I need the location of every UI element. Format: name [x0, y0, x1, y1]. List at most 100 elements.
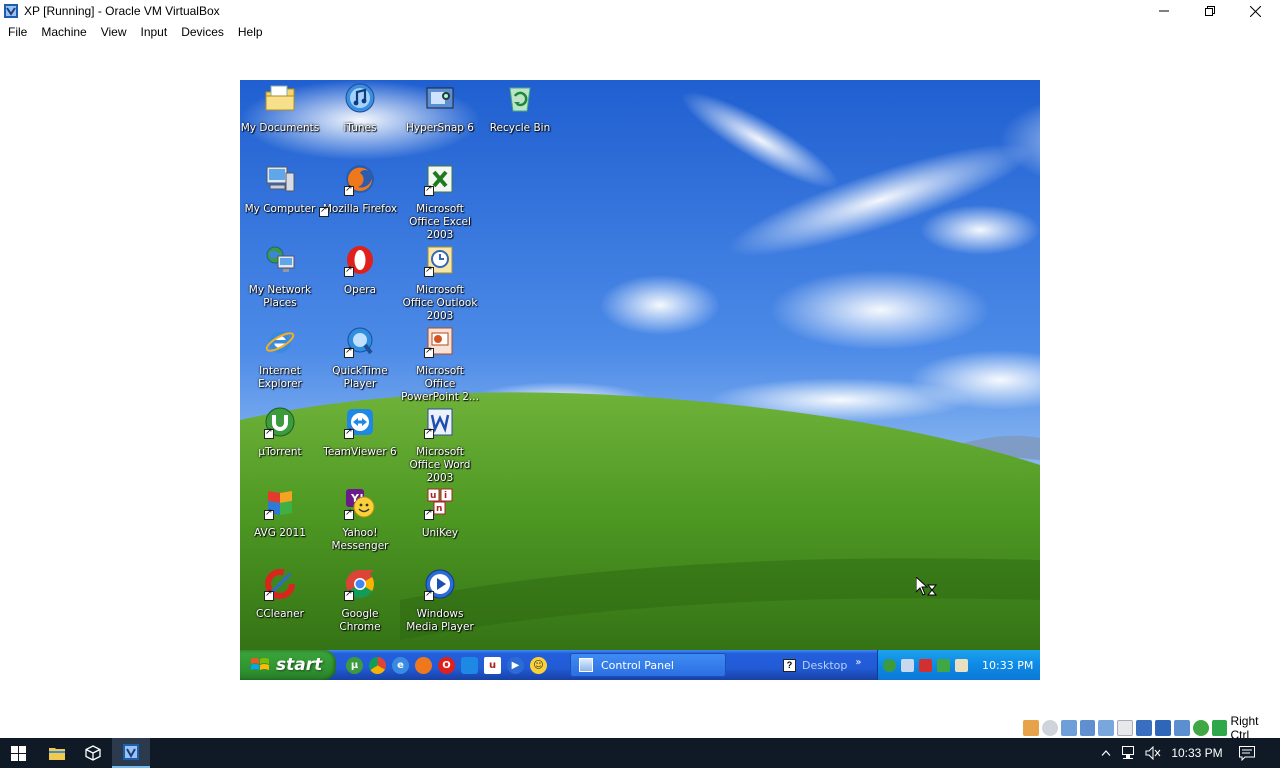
- ql-firefox-icon[interactable]: [415, 656, 432, 674]
- usb-icon[interactable]: [1098, 720, 1115, 736]
- host-virtualbox-button[interactable]: [112, 738, 150, 768]
- mouse-integration-icon[interactable]: [1192, 720, 1209, 736]
- desktop-icon-itunes[interactable]: iTunes: [320, 82, 400, 135]
- ql-media-player-icon[interactable]: ▶: [507, 656, 524, 674]
- desktop-icon-my-computer[interactable]: My Computer: [240, 163, 320, 216]
- svg-text:u: u: [430, 491, 436, 501]
- desktop-icon-chrome[interactable]: Google Chrome: [320, 568, 400, 634]
- action-center-button[interactable]: [1232, 738, 1262, 768]
- host-app-button[interactable]: [75, 738, 111, 768]
- desktop-icon-avg[interactable]: AVG 2011: [240, 487, 320, 540]
- recycle-bin-icon: [509, 87, 531, 112]
- start-button[interactable]: start: [240, 650, 336, 680]
- desktop-icon-firefox[interactable]: Mozilla Firefox: [319, 163, 400, 217]
- desktop-icon-opera[interactable]: Opera: [320, 244, 400, 297]
- menu-file[interactable]: File: [0, 22, 34, 42]
- menu-view[interactable]: View: [94, 22, 134, 42]
- svg-text:i: i: [444, 491, 447, 501]
- quick-launch: µ e O u ▶ ☺: [346, 655, 553, 675]
- host-start-button[interactable]: [0, 738, 36, 768]
- tray-overflow-button[interactable]: [1096, 738, 1116, 768]
- hypersnap-icon: [426, 87, 454, 109]
- hard-disk-icon[interactable]: [1023, 720, 1039, 736]
- my-computer-icon: [266, 166, 295, 192]
- desktop-icon-quicktime[interactable]: QuickTime Player: [320, 325, 400, 391]
- menu-input[interactable]: Input: [134, 22, 175, 42]
- desktop-icon-unikey[interactable]: uin UniKey: [400, 487, 480, 540]
- desktop-icon-powerpoint[interactable]: Microsoft Office PowerPoint 2...: [400, 325, 480, 404]
- network-icon: [1122, 746, 1134, 759]
- control-panel-icon: [579, 658, 593, 672]
- task-control-panel[interactable]: Control Panel: [570, 653, 726, 677]
- notification-icon: [1239, 745, 1255, 761]
- tray-network-icon[interactable]: [901, 658, 914, 672]
- toolbar-chevron-icon[interactable]: »: [855, 657, 861, 668]
- desktop-icon-yahoo-messenger[interactable]: Y! Yahoo! Messenger: [320, 487, 400, 553]
- ql-unikey-icon[interactable]: u: [484, 656, 501, 674]
- menubar: File Machine View Input Devices Help: [0, 22, 1280, 42]
- menu-machine[interactable]: Machine: [34, 22, 93, 42]
- ql-teamviewer-icon[interactable]: [461, 656, 478, 674]
- windows-logo-icon: [10, 745, 26, 761]
- minimize-icon: [1159, 10, 1169, 12]
- svg-text:n: n: [436, 504, 442, 514]
- display-icon[interactable]: [1136, 720, 1153, 736]
- video-capture-icon[interactable]: [1155, 720, 1171, 736]
- close-button[interactable]: [1232, 0, 1278, 22]
- desktop-icon-teamviewer[interactable]: TeamViewer 6: [320, 406, 400, 459]
- desktop-icon-hypersnap[interactable]: HyperSnap 6: [400, 82, 480, 135]
- desktop-icon-ccleaner[interactable]: CCleaner: [240, 568, 320, 621]
- network-places-icon: [266, 246, 295, 272]
- vbox-statusbar: Right Ctrl: [1020, 714, 1280, 742]
- desktop-icon-my-network-places[interactable]: My Network Places: [240, 244, 320, 310]
- desktop-icon-internet-explorer[interactable]: Internet Explorer: [240, 325, 320, 391]
- virtualization-icon[interactable]: [1173, 720, 1190, 736]
- ql-chrome-icon[interactable]: [369, 656, 386, 674]
- tray-utorrent-icon[interactable]: [883, 658, 896, 672]
- desktop-icon-excel[interactable]: Microsoft Office Excel 2003: [400, 163, 480, 242]
- ql-yahoo-icon[interactable]: ☺: [530, 656, 547, 674]
- tray-app-icon[interactable]: [955, 658, 968, 672]
- minimize-button[interactable]: [1141, 0, 1187, 22]
- window-title: XP [Running] - Oracle VM VirtualBox: [24, 4, 220, 18]
- volume-button[interactable]: [1142, 738, 1164, 768]
- vm-display[interactable]: My Documents iTunes HyperSnap 6 Recycle …: [240, 80, 1040, 680]
- close-icon: [1249, 5, 1261, 17]
- chevron-up-icon: [1101, 750, 1111, 756]
- vbox-titlebar: XP [Running] - Oracle VM VirtualBox: [0, 0, 1280, 22]
- desktop-toolbar[interactable]: ? Desktop »: [783, 654, 868, 676]
- xp-clock[interactable]: 10:33 PM: [982, 659, 1033, 672]
- shared-folders-icon[interactable]: [1117, 720, 1134, 736]
- internet-explorer-icon: [265, 331, 295, 353]
- host-clock[interactable]: 10:33 PM: [1168, 738, 1226, 768]
- tray-security-icon[interactable]: [919, 658, 932, 672]
- host-taskbar: 10:33 PM: [0, 738, 1280, 768]
- menu-devices[interactable]: Devices: [174, 22, 231, 42]
- busy-cursor-icon: [916, 577, 938, 596]
- system-tray: 10:33 PM: [877, 650, 1040, 680]
- restore-button[interactable]: [1187, 0, 1233, 22]
- desktop-icon-word[interactable]: Microsoft Office Word 2003: [400, 406, 480, 485]
- desktop-icon-outlook[interactable]: Microsoft Office Outlook 2003: [400, 244, 480, 323]
- volume-muted-icon: [1145, 746, 1161, 760]
- menu-help[interactable]: Help: [231, 22, 270, 42]
- cube-icon: [85, 745, 101, 761]
- host-file-explorer-button[interactable]: [39, 738, 75, 768]
- network-status-button[interactable]: [1119, 738, 1141, 768]
- windows-flag-icon: [251, 658, 269, 670]
- desktop-icon-my-documents[interactable]: My Documents: [240, 82, 320, 135]
- ql-ie-icon[interactable]: e: [392, 656, 409, 674]
- ql-utorrent-icon[interactable]: µ: [346, 656, 363, 674]
- ql-opera-icon[interactable]: O: [438, 656, 455, 674]
- start-label: start: [276, 655, 323, 675]
- folder-icon: [49, 748, 65, 760]
- my-documents-icon: [265, 85, 295, 111]
- optical-drive-icon[interactable]: [1041, 720, 1058, 736]
- desktop-icon-utorrent[interactable]: µTorrent: [240, 406, 320, 459]
- desktop-icon-recycle-bin[interactable]: Recycle Bin: [480, 82, 560, 135]
- tray-avg-icon[interactable]: [937, 658, 950, 672]
- network-adapter-icon[interactable]: [1079, 720, 1096, 736]
- keyboard-capture-icon[interactable]: [1211, 720, 1228, 736]
- desktop-icon-windows-media-player[interactable]: Windows Media Player: [400, 568, 480, 634]
- audio-icon[interactable]: [1060, 720, 1077, 736]
